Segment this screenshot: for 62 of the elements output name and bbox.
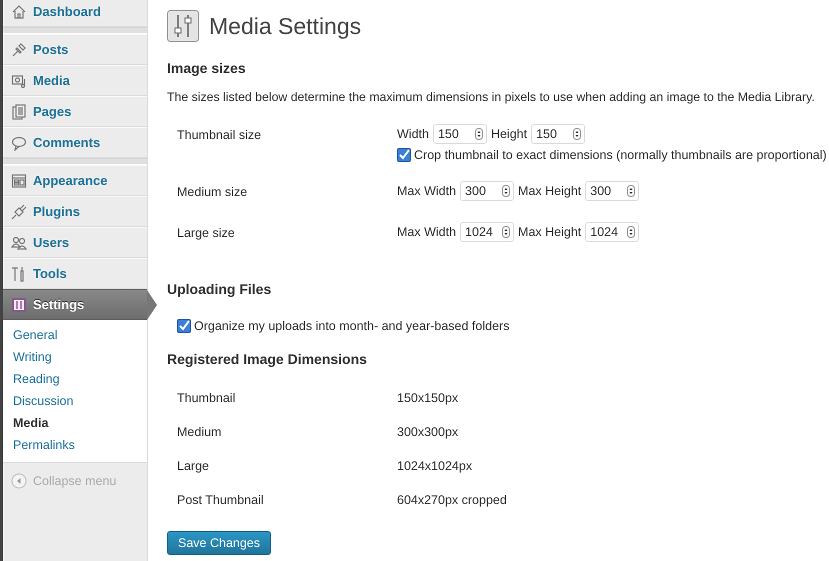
dimension-value: 604x270px cropped [397, 493, 507, 507]
number-field[interactable]: 150 [432, 124, 487, 144]
field-label: Max Height [518, 184, 582, 198]
spinner-icon[interactable] [502, 185, 510, 197]
checkbox[interactable] [177, 319, 191, 333]
sliders-icon [11, 296, 27, 312]
dimension-name: Thumbnail [176, 391, 236, 405]
pages-icon [11, 104, 27, 120]
number-field[interactable]: 300 [585, 181, 640, 201]
pin-icon [11, 42, 27, 58]
field-label: Max Height [518, 225, 582, 239]
field-label: Max Width [397, 225, 456, 239]
save-button[interactable]: Save Changes [167, 531, 272, 555]
checkbox[interactable] [397, 148, 411, 162]
dimension-value: 150x150px [397, 391, 458, 405]
section-heading: Image sizes [167, 60, 247, 76]
submenu-item[interactable]: Permalinks [3, 434, 147, 456]
dimension-name: Post Thumbnail [176, 493, 265, 507]
submenu-item[interactable]: General [3, 324, 147, 346]
submenu-item[interactable]: Writing [3, 346, 147, 368]
row-label: Large size [176, 225, 236, 242]
section-heading: Registered Image Dimensions [167, 351, 368, 367]
pointer-icon [147, 290, 157, 320]
spinner-icon[interactable] [474, 128, 483, 140]
row-label: Medium size [176, 184, 248, 201]
people-icon [11, 234, 27, 250]
menu-item[interactable]: Appearance [3, 165, 147, 196]
menu-item[interactable]: Media [3, 65, 147, 96]
field-label: Max Width [397, 184, 456, 198]
spinner-icon[interactable] [502, 226, 510, 238]
spinner-icon[interactable] [627, 226, 636, 238]
spinner-icon[interactable] [627, 185, 636, 197]
submenu-item[interactable]: Reading [3, 368, 147, 390]
submenu-item[interactable]: Discussion [3, 390, 147, 412]
description-text: The sizes listed below determine the maximum dimensions in pixels to use when adding an image to the Media Library. [167, 90, 816, 104]
number-field[interactable]: 300 [460, 181, 514, 201]
page-title: Media Settings [209, 12, 362, 40]
section-heading: Uploading Files [167, 281, 272, 297]
submenu-item[interactable]: Media [3, 412, 147, 434]
menu-item[interactable]: Pages [3, 96, 147, 127]
field-label: Width [397, 127, 429, 141]
dimension-value: 300x300px [397, 425, 458, 439]
plug-icon [11, 204, 27, 220]
number-field[interactable]: 1024 [585, 222, 640, 242]
row-label: Thumbnail size [176, 127, 262, 144]
dimension-name: Medium [176, 425, 222, 439]
number-field[interactable]: 1024 [460, 222, 514, 242]
camera-icon [11, 72, 27, 88]
house-icon [11, 4, 27, 20]
field-label: Height [490, 127, 528, 141]
number-field[interactable]: 150 [531, 124, 586, 144]
sliders-icon [167, 10, 199, 42]
checkbox-label: Organize my uploads into month- and year-based folders [194, 319, 510, 333]
dimension-name: Large [176, 459, 210, 473]
checkbox-label: Crop thumbnail to exact dimensions (normally thumbnails are proportional) [414, 148, 827, 162]
layout-icon [11, 172, 27, 188]
menu-item[interactable]: Users [3, 227, 147, 258]
speech-bubble-icon [11, 134, 27, 150]
dimension-value: 1024x1024px [397, 459, 472, 473]
menu-item[interactable]: Plugins [3, 196, 147, 227]
spinner-icon[interactable] [573, 128, 582, 140]
menu-item[interactable]: Posts [3, 34, 147, 65]
